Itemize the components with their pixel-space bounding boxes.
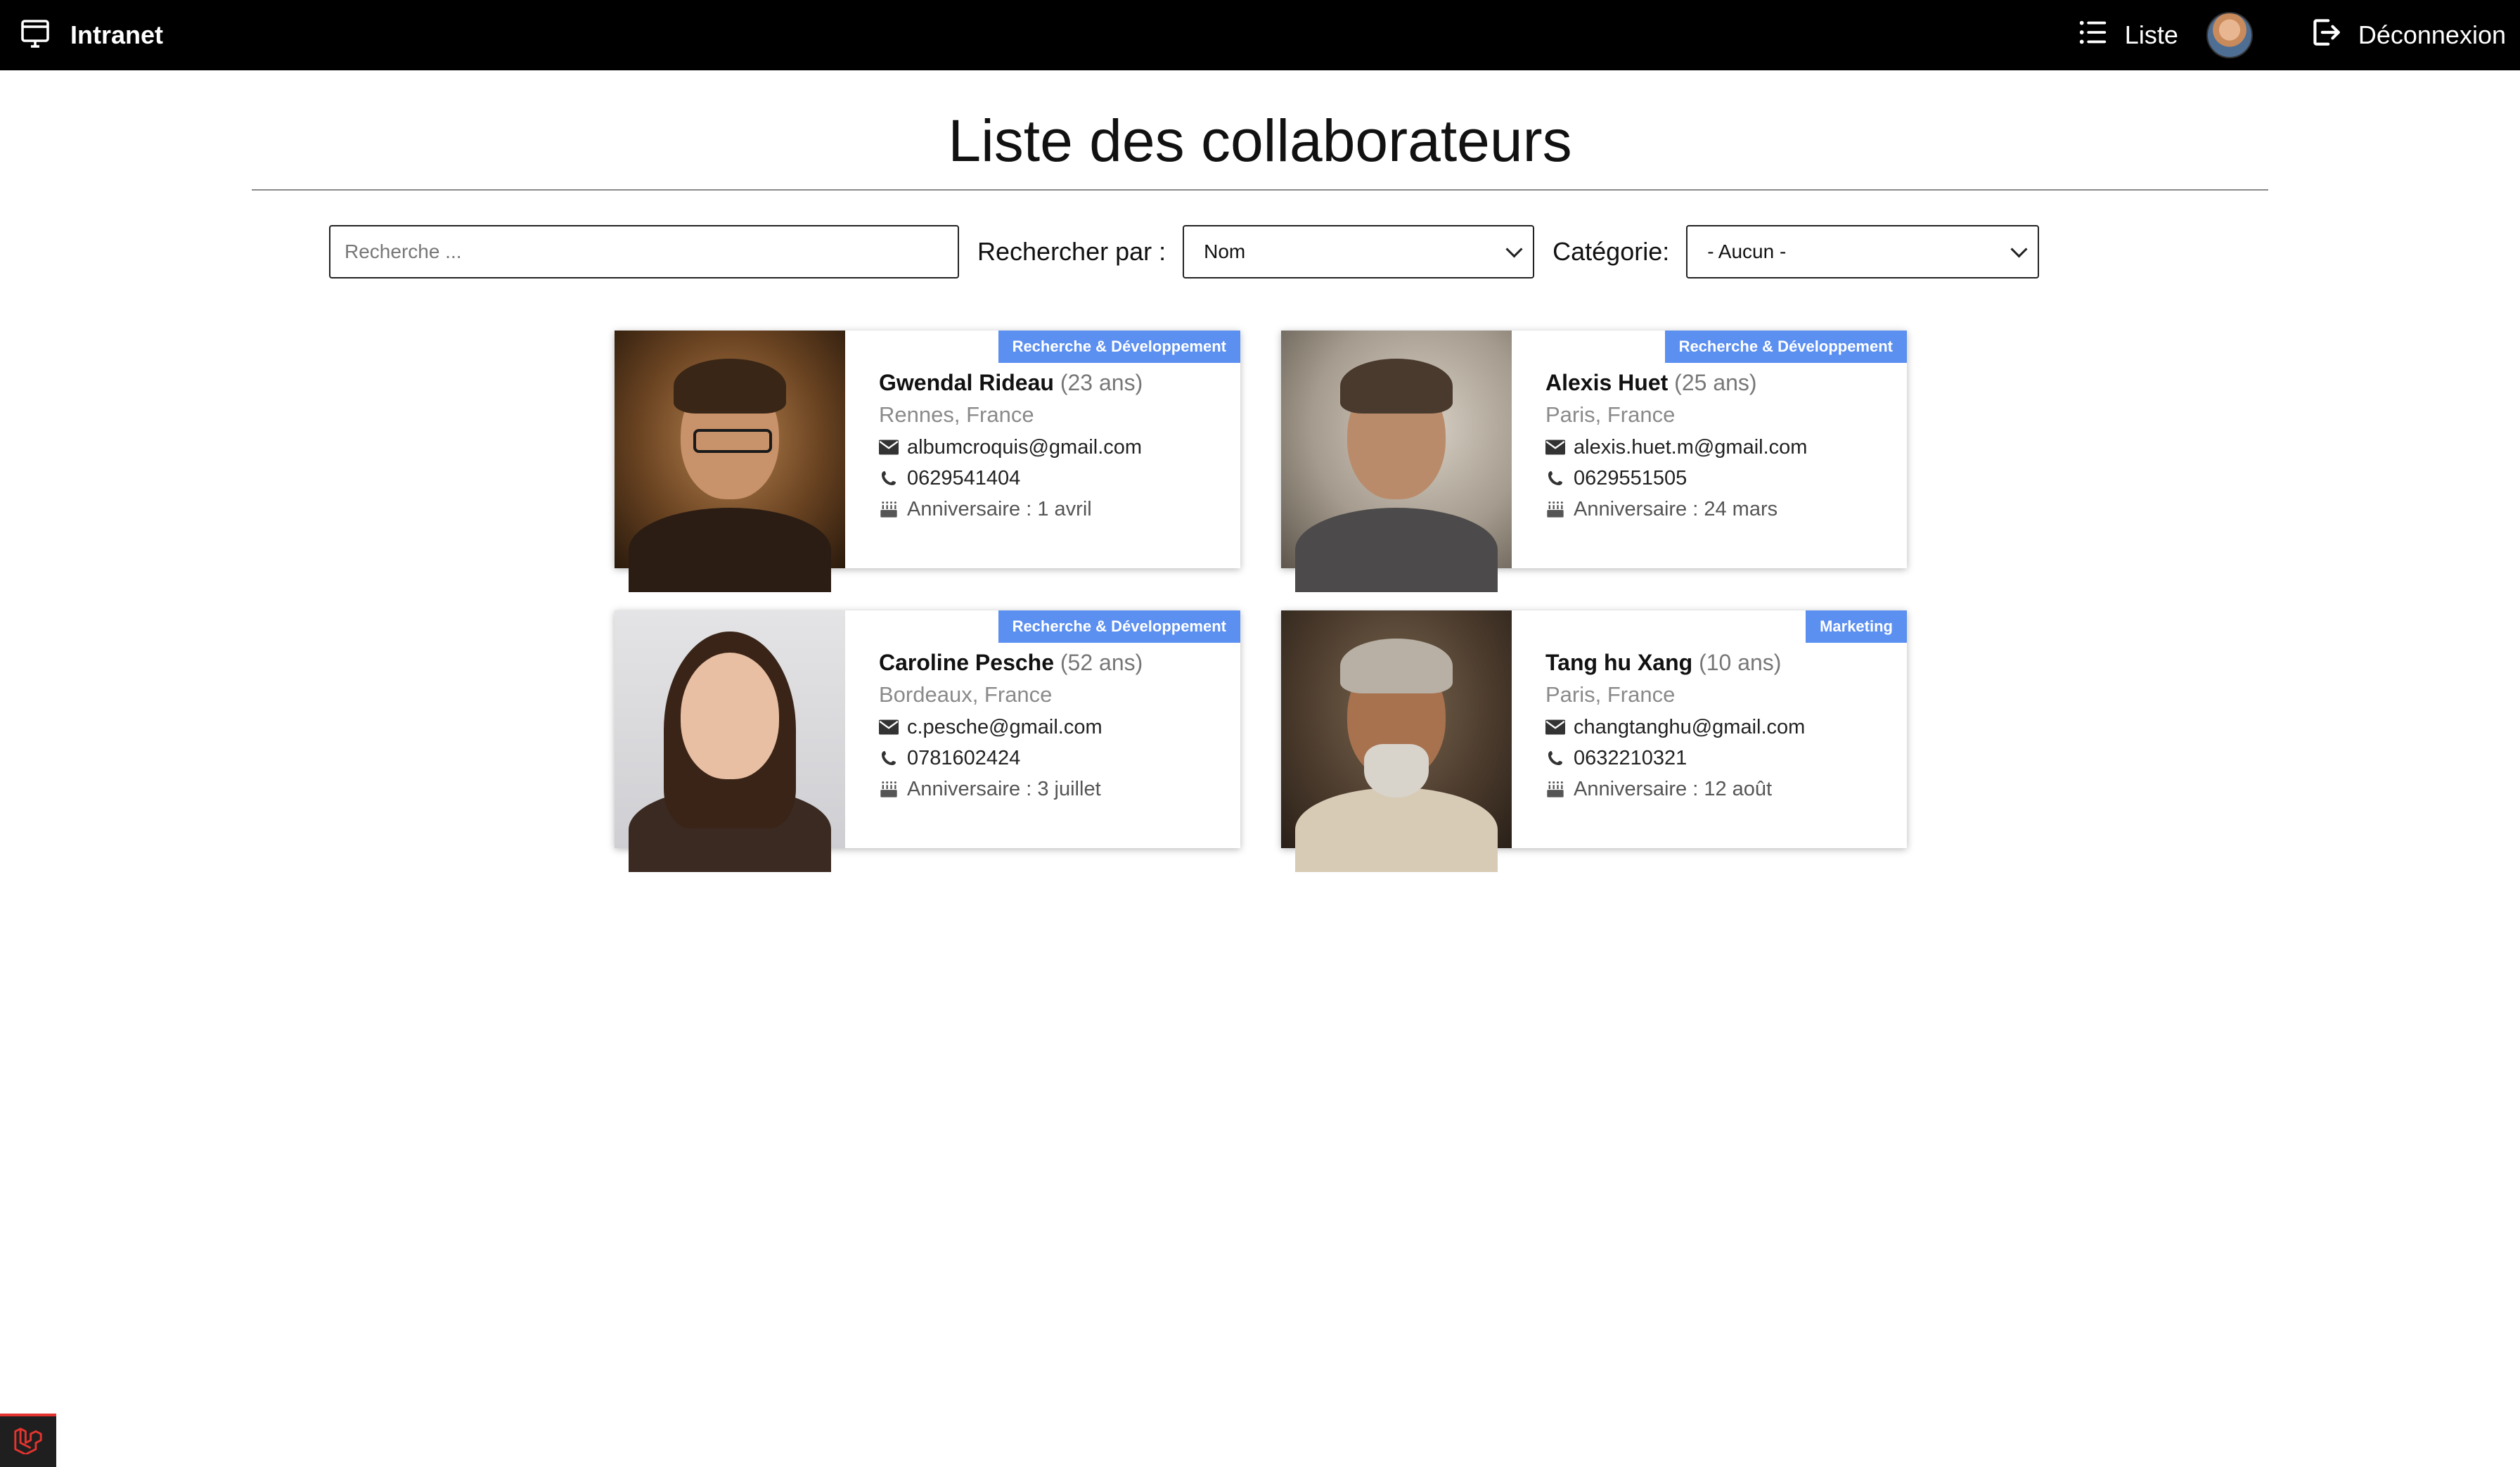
category-badge: Marketing (1806, 610, 1907, 643)
collaborator-birthday: Anniversaire : 1 avril (907, 498, 1092, 520)
collaborator-phone[interactable]: 0632210321 (1574, 745, 1687, 771)
collaborator-card[interactable]: Marketing Tang hu Xang (10 ans) Paris, F… (1281, 610, 1907, 872)
filter-bar: Rechercher par : Nom Catégorie: - Aucun … (329, 225, 2040, 278)
collaborator-name: Tang hu Xang (1545, 650, 1693, 675)
monitor-icon (18, 17, 52, 54)
title-divider (252, 189, 2268, 191)
collaborator-photo (615, 610, 845, 872)
collaborator-city: Bordeaux, France (879, 682, 1053, 707)
cake-icon (879, 499, 899, 519)
collaborator-city: Rennes, France (879, 402, 1034, 427)
collaborator-name: Caroline Pesche (879, 650, 1054, 675)
phone-icon (879, 468, 899, 488)
envelope-icon (879, 717, 899, 737)
collaborator-photo (1281, 331, 1512, 592)
collaborator-birthday: Anniversaire : 24 mars (1574, 498, 1778, 520)
collaborator-age: (23 ans) (1060, 370, 1143, 395)
category-badge: Recherche & Développement (1664, 331, 1907, 363)
collaborator-card[interactable]: Recherche & Développement Alexis Huet (2… (1281, 331, 1907, 592)
envelope-icon (1545, 717, 1565, 737)
cake-icon (1545, 499, 1565, 519)
collaborator-photo (1281, 610, 1512, 872)
cake-icon (879, 779, 899, 799)
collaborator-email[interactable]: changtanghu@gmail.com (1574, 715, 1805, 740)
collaborator-age: (10 ans) (1699, 650, 1782, 675)
collaborator-card[interactable]: Recherche & Développement Gwendal Rideau… (615, 331, 1240, 592)
collaborator-email[interactable]: albumcroquis@gmail.com (907, 435, 1142, 460)
collaborator-birthday: Anniversaire : 3 juillet (907, 778, 1101, 800)
brand-label: Intranet (70, 20, 164, 49)
collaborator-name: Gwendal Rideau (879, 370, 1054, 395)
page-title: Liste des collaborateurs (948, 108, 1572, 174)
collaborator-city: Paris, France (1545, 402, 1676, 427)
phone-icon (1545, 748, 1565, 768)
collaborator-name: Alexis Huet (1545, 370, 1669, 395)
category-badge: Recherche & Développement (998, 610, 1240, 643)
laravel-debug-button[interactable] (0, 1414, 56, 1467)
collaborator-age: (25 ans) (1674, 370, 1757, 395)
search-input[interactable] (329, 225, 959, 278)
collaborator-email[interactable]: alexis.huet.m@gmail.com (1574, 435, 1807, 460)
category-label: Catégorie: (1552, 237, 1670, 266)
chevron-down-icon (2010, 240, 2028, 258)
chevron-down-icon (1505, 240, 1523, 258)
collaborator-photo (615, 331, 845, 592)
collaborator-card[interactable]: Recherche & Développement Caroline Pesch… (615, 610, 1240, 872)
cake-icon (1545, 779, 1565, 799)
category-select[interactable]: - Aucun - (1686, 225, 2040, 278)
logout-label: Déconnexion (2358, 20, 2506, 49)
collaborator-phone[interactable]: 0781602424 (907, 745, 1020, 771)
collaborator-birthday: Anniversaire : 12 août (1574, 778, 1773, 800)
logout-link[interactable]: Déconnexion (2308, 15, 2506, 56)
user-avatar[interactable] (2206, 12, 2253, 58)
collaborator-phone[interactable]: 0629541404 (907, 466, 1020, 491)
category-badge: Recherche & Développement (998, 331, 1240, 363)
laravel-icon (13, 1426, 44, 1458)
search-by-value: Nom (1204, 241, 1246, 262)
phone-icon (879, 748, 899, 768)
collaborator-phone[interactable]: 0629551505 (1574, 466, 1687, 491)
brand-link[interactable]: Intranet (18, 14, 163, 56)
collaborator-email[interactable]: c.pesche@gmail.com (907, 715, 1102, 740)
phone-icon (1545, 468, 1565, 488)
envelope-icon (879, 437, 899, 457)
list-icon (2077, 16, 2109, 55)
nav-list-label: Liste (2124, 20, 2178, 49)
nav-list-link[interactable]: Liste (2077, 16, 2178, 55)
collaborator-age: (52 ans) (1060, 650, 1143, 675)
collaborator-city: Paris, France (1545, 682, 1676, 707)
nav-right: Liste Déconnexion (2077, 10, 2506, 60)
category-value: - Aucun - (1707, 241, 1787, 262)
envelope-icon (1545, 437, 1565, 457)
search-by-label: Rechercher par : (977, 237, 1166, 266)
logout-icon (2308, 15, 2343, 56)
top-navbar: Intranet Liste Déconnexion (0, 0, 2520, 70)
search-by-select[interactable]: Nom (1183, 225, 1535, 278)
